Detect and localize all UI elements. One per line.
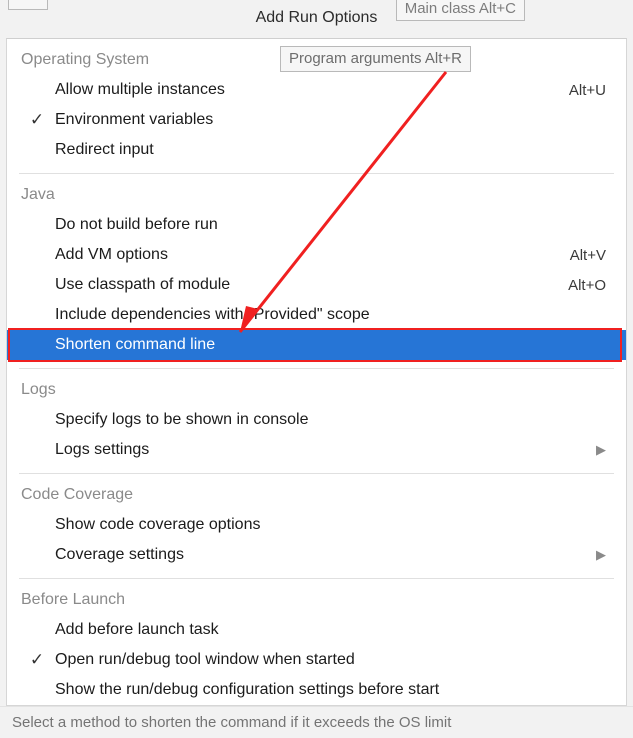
item-allow-multiple-instances[interactable]: Allow multiple instances Alt+U xyxy=(7,75,626,105)
section-before-launch: Before Launch xyxy=(7,579,626,615)
chevron-right-icon: ▶ xyxy=(596,442,606,458)
item-shorten-command-line[interactable]: Shorten command line xyxy=(7,330,626,360)
section-logs: Logs xyxy=(7,369,626,405)
item-coverage-settings[interactable]: Coverage settings ▶ xyxy=(7,540,626,570)
item-add-before-launch-task[interactable]: Add before launch task xyxy=(7,615,626,645)
item-label: Redirect input xyxy=(55,141,606,159)
add-run-options-popup: Main class Alt+C Program arguments Alt+R… xyxy=(0,0,633,738)
item-label: Add before launch task xyxy=(55,621,606,639)
item-use-classpath-of-module[interactable]: Use classpath of module Alt+O xyxy=(7,270,626,300)
item-add-vm-options[interactable]: Add VM options Alt+V xyxy=(7,240,626,270)
shortcut-text: Alt+O xyxy=(568,277,606,294)
tooltip-program-arguments: Program arguments Alt+R xyxy=(280,46,471,72)
title-bar: Add Run Options xyxy=(0,0,633,38)
shortcut-text: Alt+U xyxy=(569,82,606,99)
item-specify-logs[interactable]: Specify logs to be shown in console xyxy=(7,405,626,435)
item-label: Allow multiple instances xyxy=(55,81,569,99)
chevron-right-icon: ▶ xyxy=(596,547,606,563)
check-icon: ✓ xyxy=(27,650,47,670)
item-label: Coverage settings xyxy=(55,546,592,564)
item-label: Logs settings xyxy=(55,441,592,459)
check-icon: ✓ xyxy=(27,110,47,130)
item-label: Show the run/debug configuration setting… xyxy=(55,681,606,699)
item-show-code-coverage-options[interactable]: Show code coverage options xyxy=(7,510,626,540)
item-label: Show code coverage options xyxy=(55,516,606,534)
item-label: Do not build before run xyxy=(55,216,606,234)
item-redirect-input[interactable]: Redirect input xyxy=(7,135,626,165)
section-code-coverage: Code Coverage xyxy=(7,474,626,510)
options-panel: Operating System Allow multiple instance… xyxy=(6,38,627,706)
status-text: Select a method to shorten the command i… xyxy=(12,714,451,731)
tooltip-main-class: Main class Alt+C xyxy=(396,0,525,21)
item-open-run-debug-tool-window[interactable]: ✓ Open run/debug tool window when starte… xyxy=(7,645,626,675)
item-show-config-settings-before-start[interactable]: Show the run/debug configuration setting… xyxy=(7,675,626,705)
item-label: Include dependencies with "Provided" sco… xyxy=(55,306,606,324)
item-label: Environment variables xyxy=(55,111,606,129)
tab-stub xyxy=(8,0,48,10)
item-include-provided-dependencies[interactable]: Include dependencies with "Provided" sco… xyxy=(7,300,626,330)
item-label: Open run/debug tool window when started xyxy=(55,651,606,669)
section-java: Java xyxy=(7,174,626,210)
item-label: Add VM options xyxy=(55,246,570,264)
item-label: Use classpath of module xyxy=(55,276,568,294)
popup-title: Add Run Options xyxy=(0,9,633,27)
status-bar: Select a method to shorten the command i… xyxy=(0,706,633,738)
item-logs-settings[interactable]: Logs settings ▶ xyxy=(7,435,626,465)
item-environment-variables[interactable]: ✓ Environment variables xyxy=(7,105,626,135)
item-label: Shorten command line xyxy=(55,336,606,354)
shortcut-text: Alt+V xyxy=(570,247,606,264)
item-label: Specify logs to be shown in console xyxy=(55,411,606,429)
item-do-not-build-before-run[interactable]: Do not build before run xyxy=(7,210,626,240)
